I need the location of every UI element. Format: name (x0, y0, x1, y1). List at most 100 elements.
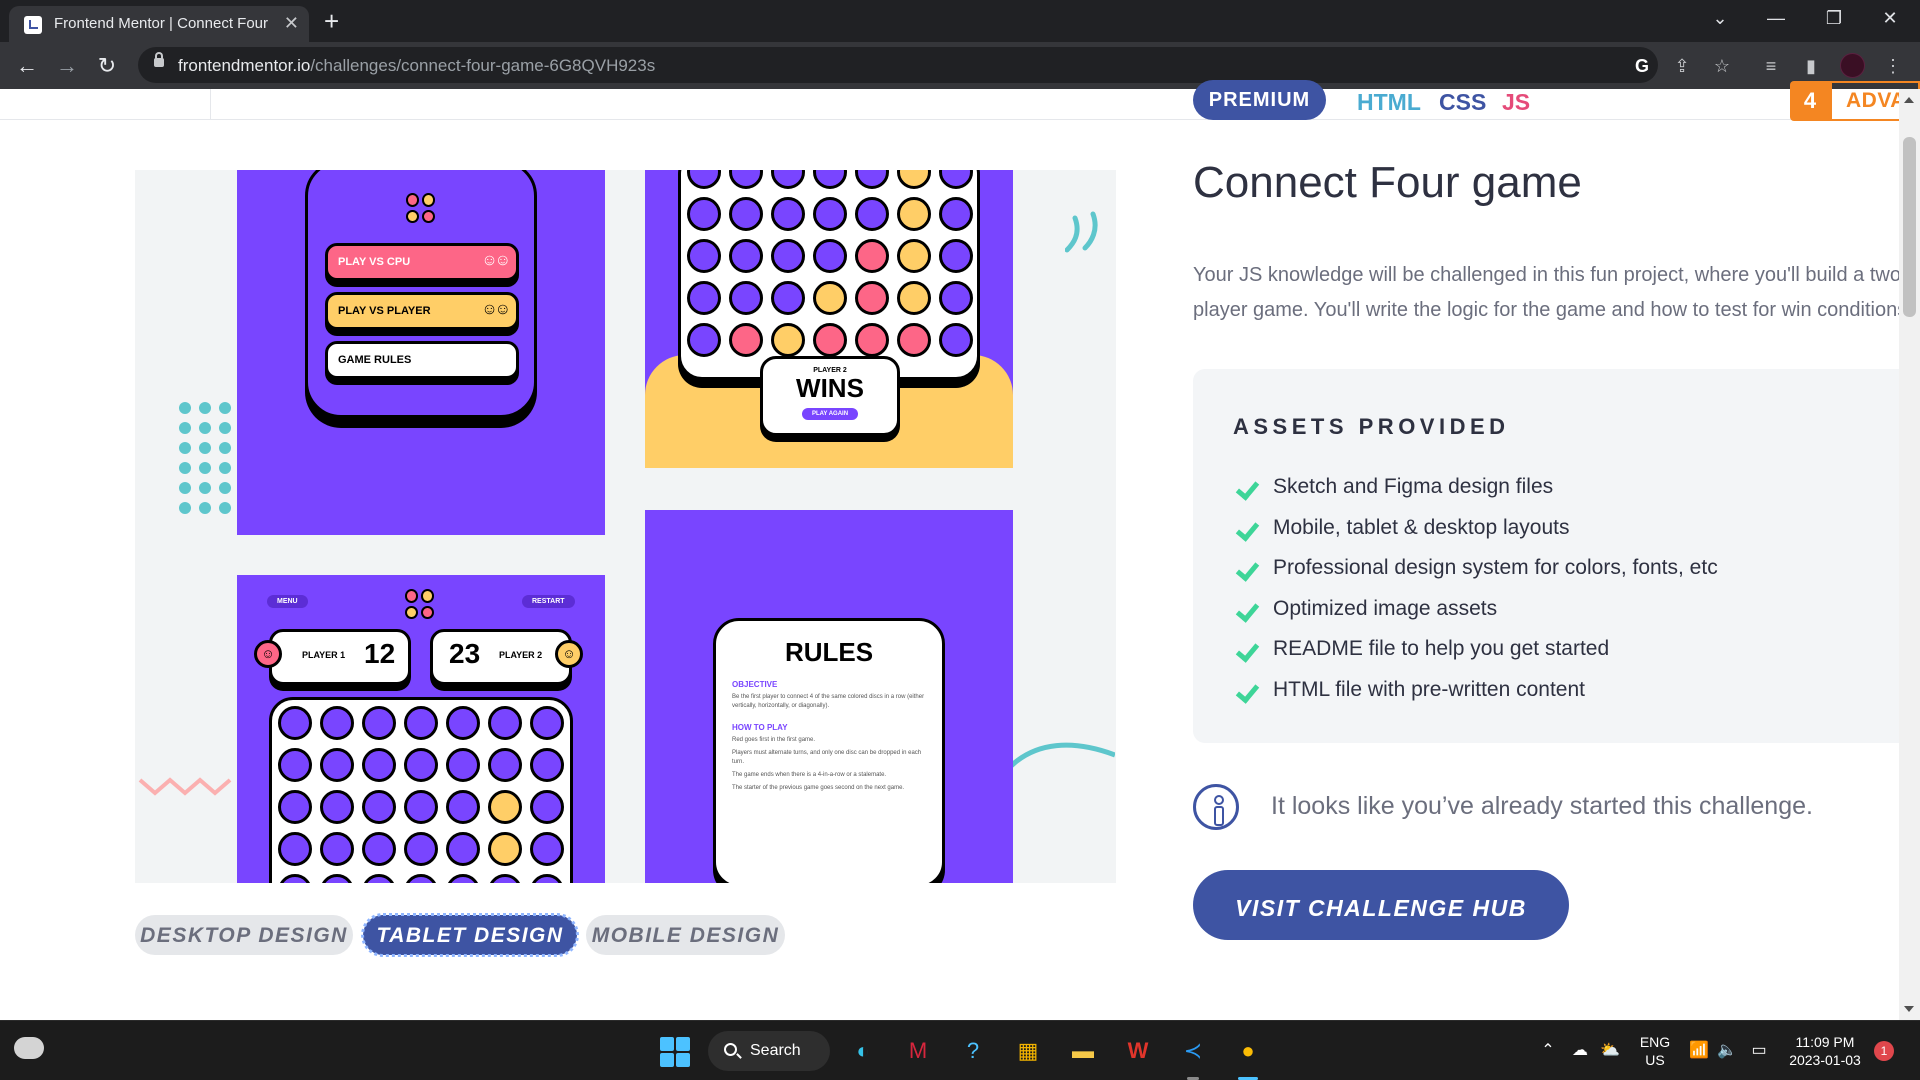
browser-tab[interactable]: Frontend Mentor | Connect Four ✕ (9, 6, 309, 42)
player2-score-card: 23 PLAYER 2 (430, 629, 572, 685)
edge-icon[interactable]: ◐ (845, 1033, 881, 1069)
win-screen: PLAYER 2 WINS PLAY AGAIN (645, 170, 1013, 468)
wps-office-icon[interactable]: W (1120, 1033, 1156, 1069)
assets-provided-box: ASSETS PROVIDED Sketch and Figma design … (1193, 369, 1913, 743)
new-tab-button[interactable]: + (324, 7, 339, 35)
asset-label: README file to help you get started (1273, 637, 1610, 660)
cpu-faces-icon: ☺☺ (481, 252, 511, 269)
decorative-dot-pattern (179, 402, 231, 514)
scroll-down-arrow-icon[interactable] (1904, 1006, 1914, 1012)
scroll-up-arrow-icon[interactable] (1904, 97, 1914, 103)
scroll-thumb[interactable] (1903, 137, 1916, 317)
google-icon[interactable]: G (1628, 52, 1656, 80)
chrome-icon[interactable]: ● (1230, 1033, 1266, 1069)
get-help-icon[interactable]: ? (955, 1033, 991, 1069)
file-explorer-icon[interactable]: ▬ (1065, 1033, 1101, 1069)
show-hidden-icons-chevron-icon[interactable]: ⌃ (1530, 1033, 1566, 1069)
star-icon[interactable]: ☆ (1708, 52, 1736, 80)
board-disc (446, 874, 480, 883)
board-disc (362, 832, 396, 866)
time: 11:09 PM (1795, 1034, 1855, 1050)
close-window-button[interactable]: ✕ (1874, 6, 1906, 30)
mcafee-icon[interactable]: M (900, 1033, 936, 1069)
url-text[interactable]: frontendmentor.io/challenges/connect-fou… (178, 56, 655, 76)
board-disc (404, 706, 438, 740)
board-disc (278, 748, 312, 782)
rules-screen: RULES OBJECTIVE Be the first player to c… (645, 510, 1013, 883)
board-disc (320, 748, 354, 782)
windows-start-icon[interactable] (660, 1037, 690, 1067)
board-disc (687, 197, 721, 231)
microsoft-store-icon[interactable]: ▦ (1010, 1033, 1046, 1069)
tab-tablet-design[interactable]: TABLET DESIGN (361, 913, 579, 957)
board-disc (320, 832, 354, 866)
language-indicator[interactable]: ENG US (1635, 1033, 1675, 1069)
menu-screen: PLAY VS CPU ☺☺ PLAY VS PLAYER ☺☺ GAME RU… (237, 170, 605, 535)
reading-list-icon[interactable]: ≡ (1757, 52, 1785, 80)
rules-step: The starter of the previous game goes se… (732, 785, 905, 791)
tab-search-chevron-icon[interactable]: ⌄ (1704, 6, 1736, 30)
side-panel-icon[interactable]: ▮ (1797, 52, 1825, 80)
board-disc (771, 281, 805, 315)
board-disc (404, 790, 438, 824)
player1-score: 12 (364, 638, 396, 669)
back-icon[interactable]: ← (13, 52, 41, 80)
design-preview-image[interactable]: PLAY VS CPU ☺☺ PLAY VS PLAYER ☺☺ GAME RU… (135, 170, 1116, 883)
board-disc (219, 482, 231, 494)
notification-badge[interactable]: 1 (1874, 1041, 1894, 1061)
board-grid (687, 170, 973, 357)
close-tab-icon[interactable]: ✕ (284, 12, 299, 34)
forward-icon[interactable]: → (53, 52, 81, 80)
board-disc (488, 748, 522, 782)
taskbar-search[interactable]: Search (708, 1031, 830, 1071)
kebab-menu-icon[interactable]: ⋮ (1879, 52, 1907, 80)
weather-icon[interactable] (14, 1037, 44, 1059)
board-disc (530, 706, 564, 740)
board-disc (855, 323, 889, 357)
decorative-zigzag (138, 777, 232, 796)
check-icon (1233, 518, 1258, 543)
tag-css: CSS (1439, 89, 1487, 115)
tab-desktop-design[interactable]: DESKTOP DESIGN (135, 915, 353, 955)
url-path: /challenges/connect-four-game-6G8QVH923s (310, 56, 656, 75)
player2-face-icon: ☺ (555, 640, 583, 668)
board-disc (855, 170, 889, 189)
board-disc (855, 239, 889, 273)
board-disc (404, 832, 438, 866)
minimize-button[interactable]: — (1760, 6, 1792, 30)
board-disc (179, 402, 191, 414)
game-screen: MENU RESTART PLAYER 1 12 ☺ 23 PLAYER 2 ☺ (237, 575, 605, 883)
battery-icon[interactable]: ▭ (1741, 1033, 1777, 1069)
board-disc (278, 790, 312, 824)
clock[interactable]: 11:09 PM 2023-01-03 (1785, 1033, 1865, 1069)
weather-tray-icon[interactable]: ⛅ (1592, 1033, 1628, 1069)
board-disc (446, 790, 480, 824)
menu-btn-label: PLAY VS CPU (338, 256, 411, 268)
board-disc (404, 748, 438, 782)
volume-icon[interactable]: 🔈 (1709, 1033, 1745, 1069)
board-disc (179, 442, 191, 454)
board-disc (813, 239, 847, 273)
tag-js: JS (1502, 89, 1531, 115)
vscode-icon[interactable]: ≺ (1175, 1033, 1211, 1069)
board-disc (939, 197, 973, 231)
page-scrollbar[interactable] (1899, 89, 1920, 1020)
url-host: frontendmentor.io (178, 56, 311, 75)
share-icon[interactable]: ⇪ (1668, 52, 1696, 80)
board-disc (530, 832, 564, 866)
address-bar[interactable]: frontendmentor.io/challenges/connect-fou… (138, 47, 1658, 83)
visit-challenge-hub-button[interactable]: VISIT CHALLENGE HUB (1193, 870, 1569, 940)
check-icon (1233, 680, 1258, 705)
lock-icon[interactable] (154, 52, 164, 67)
board-frame (678, 170, 980, 380)
divider (210, 89, 211, 120)
profile-avatar[interactable] (1840, 53, 1865, 78)
rules-objective-text: Be the first player to connect 4 of the … (732, 694, 925, 709)
tab-mobile-design[interactable]: MOBILE DESIGN (586, 915, 785, 955)
decorative-arc (1005, 742, 1115, 772)
board-disc (446, 748, 480, 782)
reload-icon[interactable]: ↻ (93, 52, 121, 80)
challenge-description: Your JS knowledge will be challenged in … (1193, 258, 1899, 328)
restore-button[interactable]: ❐ (1818, 6, 1850, 30)
board-disc (530, 748, 564, 782)
